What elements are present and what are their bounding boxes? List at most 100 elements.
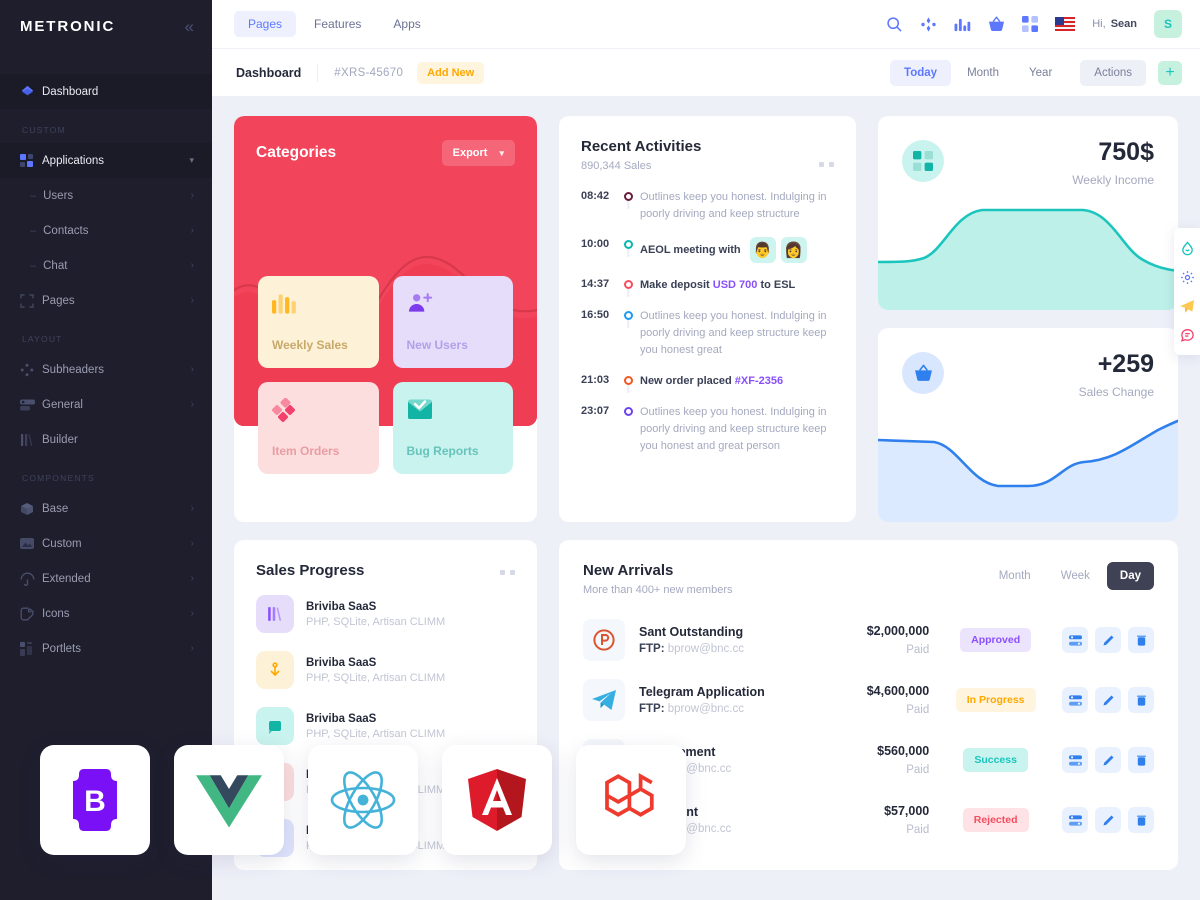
- sidebar-item-chat[interactable]: – Chat ›: [0, 248, 212, 283]
- vue-logo: [174, 745, 284, 855]
- tile-new-users[interactable]: New Users: [392, 276, 513, 368]
- filter-year[interactable]: Year: [1015, 60, 1066, 86]
- bar-chart-icon[interactable]: [954, 17, 971, 32]
- sidebar-item-users[interactable]: – Users ›: [0, 178, 212, 213]
- table-row[interactable]: Sant Outstanding FTP: bprow@bnc.cc $2,00…: [583, 610, 1154, 670]
- chevron-down-icon: ▾: [499, 147, 504, 158]
- filter-today[interactable]: Today: [890, 59, 952, 86]
- dots-icon[interactable]: [819, 162, 834, 167]
- sidebar-item-label: Icons: [42, 607, 70, 620]
- list-item[interactable]: Briviba SaaS PHP, SQLite, Artisan CLIMM: [256, 595, 515, 633]
- timeline-marker: [616, 404, 640, 416]
- sidebar-item-builder[interactable]: Builder: [0, 422, 212, 457]
- activity-item[interactable]: 14:37 Make deposit USD 700 to ESL: [581, 277, 834, 308]
- sidebar-nav: Dashboard CUSTOM Applications ▾ – Users …: [0, 52, 212, 666]
- delete-icon[interactable]: [1128, 807, 1154, 833]
- grid-icon[interactable]: [1022, 16, 1039, 32]
- delete-icon[interactable]: [1128, 747, 1154, 773]
- basket-icon[interactable]: [988, 16, 1005, 32]
- tab-features[interactable]: Features: [300, 11, 375, 37]
- gear-icon[interactable]: [1174, 264, 1200, 290]
- activity-item[interactable]: 08:42 Outlines keep you honest. Indulgin…: [581, 189, 834, 237]
- table-row[interactable]: Telegram Application FTP: bprow@bnc.cc $…: [583, 670, 1154, 730]
- toggles-icon[interactable]: [1062, 687, 1088, 713]
- sidebar-item-contacts[interactable]: – Contacts ›: [0, 213, 212, 248]
- timeline-marker: [616, 308, 640, 328]
- activity-item[interactable]: 16:50 Outlines keep you honest. Indulgin…: [581, 308, 834, 373]
- status-badge: Approved: [960, 628, 1032, 652]
- sidebar-item-icons[interactable]: Icons ›: [0, 596, 212, 631]
- sidebar-item-dashboard[interactable]: Dashboard: [0, 74, 212, 109]
- columns-icon: [256, 595, 294, 633]
- add-new-button[interactable]: Add New: [417, 61, 485, 84]
- tab-pages[interactable]: Pages: [234, 11, 297, 37]
- delete-icon[interactable]: [1128, 627, 1154, 653]
- sidebar-item-applications[interactable]: Applications ▾: [0, 143, 212, 178]
- toggles-icon[interactable]: [1062, 747, 1088, 773]
- edit-icon[interactable]: [1095, 747, 1121, 773]
- dashboard-row-1: Categories Export ▾ Weekly Sales New Use…: [234, 116, 1178, 522]
- activity-item[interactable]: 10:00 AEOL meeting with 👨 👩: [581, 237, 834, 277]
- search-icon[interactable]: [886, 16, 903, 33]
- sidebar-item-general[interactable]: General ›: [0, 387, 212, 422]
- row-info: Sant Outstanding FTP: bprow@bnc.cc: [639, 625, 825, 655]
- avatar[interactable]: S: [1154, 10, 1182, 38]
- sidebar-item-custom[interactable]: Custom ›: [0, 526, 212, 561]
- activity-time: 10:00: [581, 238, 610, 250]
- actions-button[interactable]: Actions: [1080, 59, 1146, 86]
- list-item[interactable]: Briviba SaaS PHP, SQLite, Artisan CLIMM: [256, 651, 515, 689]
- sidebar-item-portlets[interactable]: Portlets ›: [0, 631, 212, 666]
- edit-icon[interactable]: [1095, 807, 1121, 833]
- umbrella-icon: [20, 572, 42, 586]
- dash-icon: –: [30, 224, 37, 237]
- export-label: Export: [452, 147, 488, 159]
- sales-change-card: +259 Sales Change: [878, 328, 1178, 522]
- item-desc: PHP, SQLite, Artisan CLIMM: [306, 671, 446, 684]
- activity-item[interactable]: 21:03 New order placed #XF-2356: [581, 373, 834, 404]
- sparkle-icon[interactable]: [920, 16, 937, 33]
- chevron-right-icon: ›: [190, 260, 194, 271]
- edit-icon[interactable]: [1095, 687, 1121, 713]
- activity-text: New order placed #XF-2356: [640, 375, 784, 387]
- droplet-icon[interactable]: [1174, 235, 1200, 261]
- activity-avatars: 👨 👩: [749, 237, 807, 263]
- product-hunt-icon: [583, 619, 625, 661]
- new-arrivals-subtitle: More than 400+ new members: [583, 584, 733, 596]
- list-item[interactable]: Briviba SaaS PHP, SQLite, Artisan CLIMM: [256, 707, 515, 745]
- row-ftp: FTP: bprow@bnc.cc: [639, 643, 744, 655]
- list-item-text: Briviba SaaS PHP, SQLite, Artisan CLIMM: [306, 713, 445, 740]
- sidebar-item-subheaders[interactable]: Subheaders ›: [0, 352, 212, 387]
- toggles-icon[interactable]: [1062, 807, 1088, 833]
- activity-text: Outlines keep you honest. Indulging in p…: [640, 406, 827, 452]
- tile-item-orders[interactable]: Item Orders: [258, 382, 379, 474]
- export-button[interactable]: Export ▾: [441, 140, 515, 166]
- sidebar-collapse-icon[interactable]: «: [185, 18, 194, 35]
- stat-values: +259 Sales Change: [1079, 352, 1154, 400]
- subheader-actions: Today Month Year Actions +: [890, 59, 1182, 86]
- sidebar-item-base[interactable]: Base ›: [0, 491, 212, 526]
- edit-icon[interactable]: [1095, 627, 1121, 653]
- dots-icon[interactable]: [500, 570, 515, 575]
- row-amount: $2,000,000 Paid: [825, 624, 930, 656]
- tile-bug-reports[interactable]: Bug Reports: [392, 382, 513, 474]
- tab-month[interactable]: Month: [986, 562, 1044, 590]
- tab-week[interactable]: Week: [1048, 562, 1103, 590]
- tile-weekly-sales[interactable]: Weekly Sales: [258, 276, 379, 368]
- tab-apps[interactable]: Apps: [379, 11, 434, 37]
- filter-month[interactable]: Month: [953, 60, 1013, 86]
- activity-item[interactable]: 23:07 Outlines keep you honest. Indulgin…: [581, 404, 834, 469]
- weekly-income-sparkline: [878, 208, 1178, 310]
- sidebar-item-extended[interactable]: Extended ›: [0, 561, 212, 596]
- dash-icon: –: [30, 189, 37, 202]
- float-toolbar: [1174, 228, 1200, 355]
- chat-icon[interactable]: [1174, 322, 1200, 348]
- toggles-icon[interactable]: [1062, 627, 1088, 653]
- tab-day[interactable]: Day: [1106, 562, 1154, 590]
- sidebar-item-pages[interactable]: Pages ›: [0, 283, 212, 318]
- layout-icon: [20, 641, 42, 656]
- plus-icon[interactable]: +: [1158, 60, 1182, 85]
- diamond-icon: [20, 84, 42, 99]
- flag-us-icon[interactable]: [1055, 17, 1076, 31]
- send-icon[interactable]: [1174, 293, 1200, 319]
- delete-icon[interactable]: [1128, 687, 1154, 713]
